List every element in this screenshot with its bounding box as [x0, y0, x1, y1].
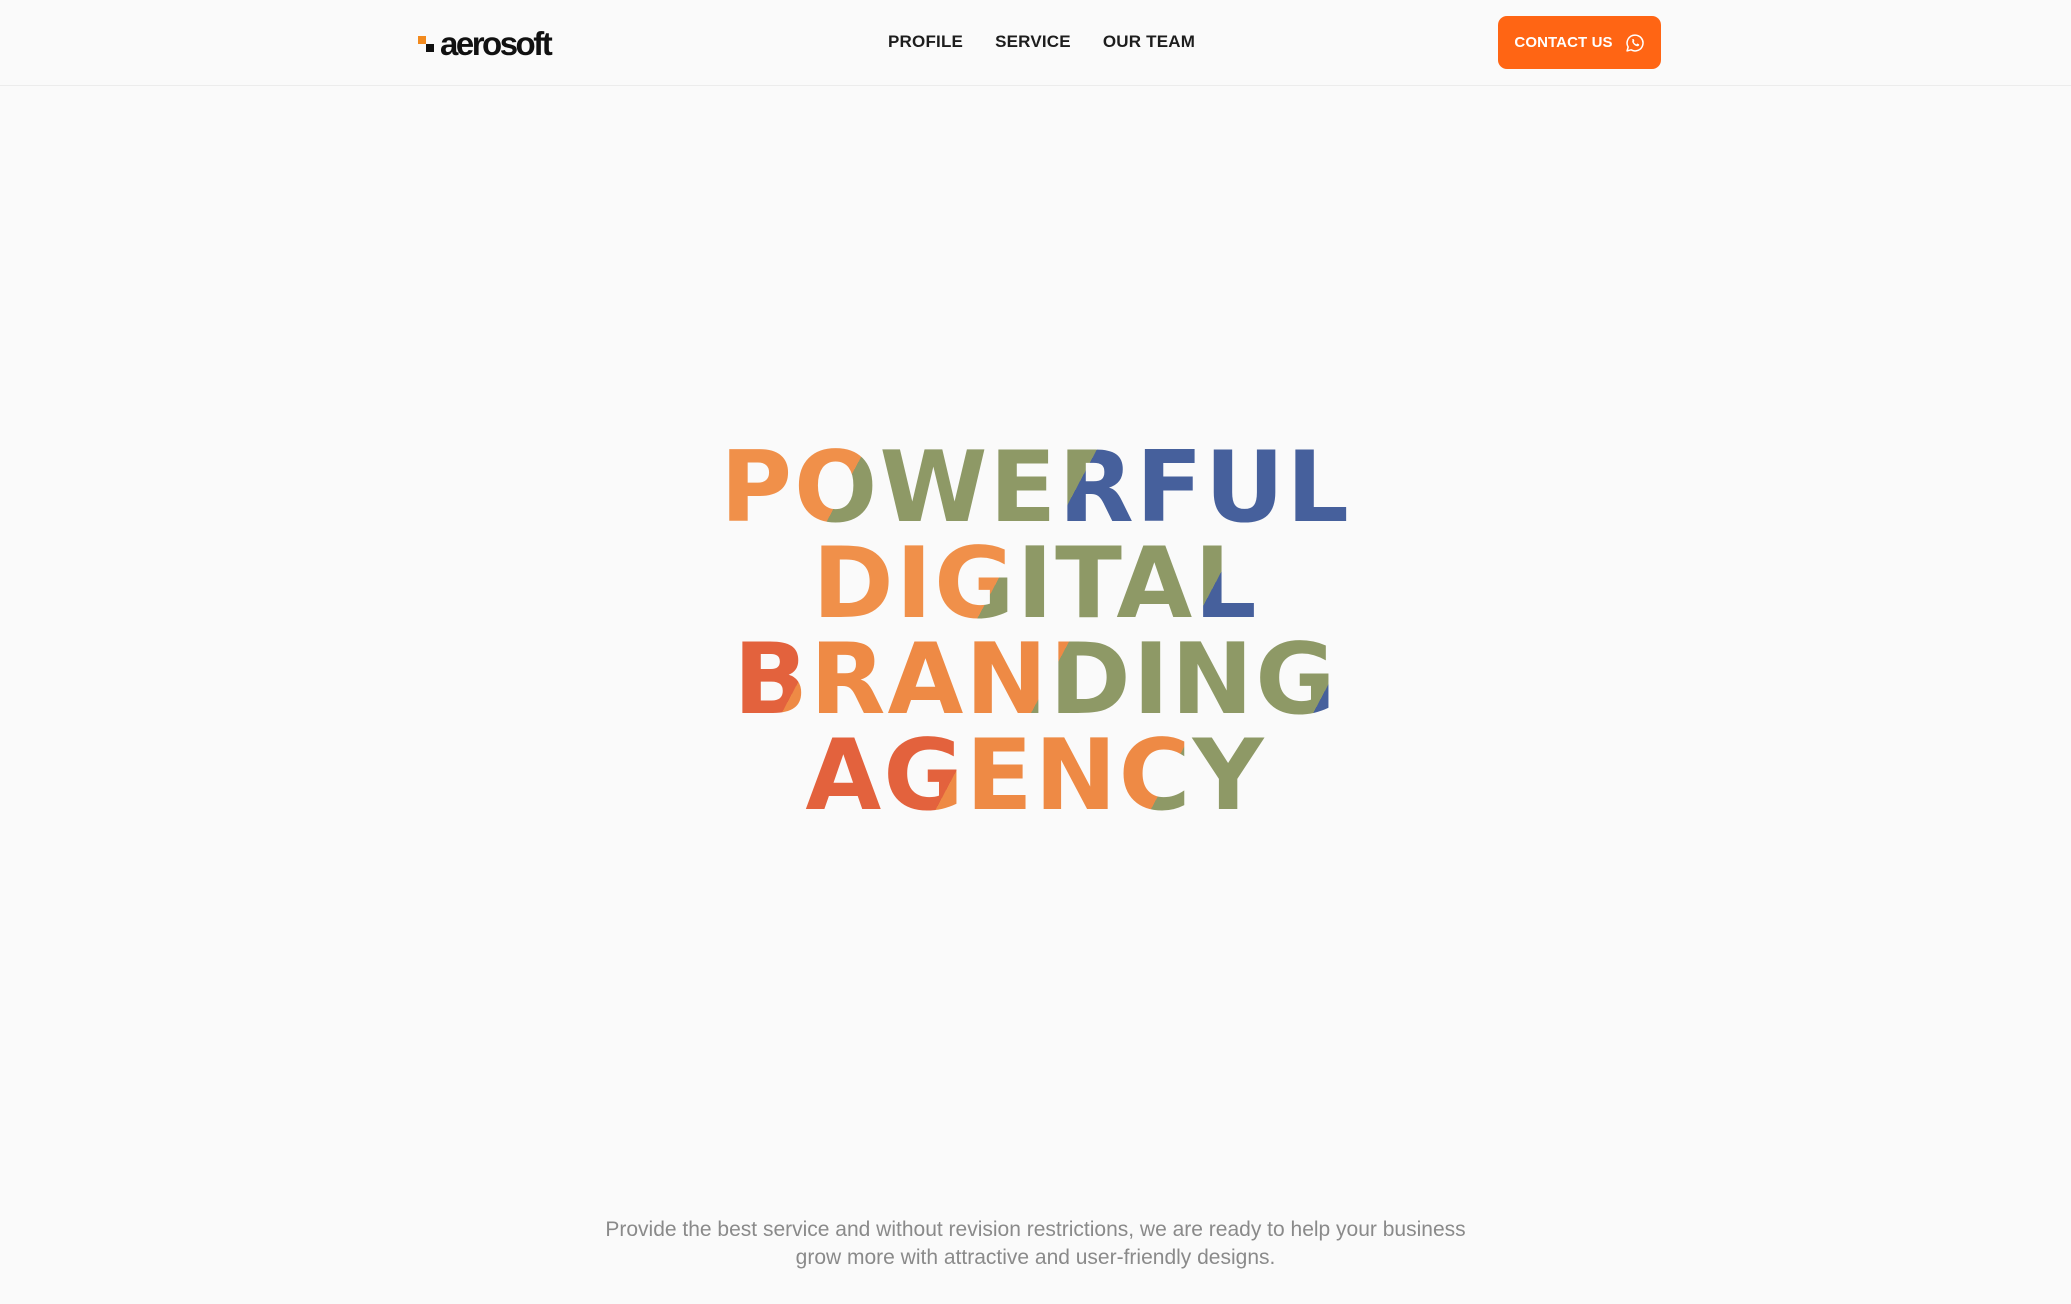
hero-headline: POWERFUL DIGITAL BRANDING AGENCY — [0, 431, 2071, 833]
hero-line-agency: AGENCY — [805, 719, 1266, 833]
contact-us-label: CONTACT US — [1514, 34, 1613, 51]
nav-item-profile[interactable]: PROFILE — [888, 32, 963, 52]
logo-text: aerosoft — [440, 24, 553, 62]
main-nav: PROFILE SERVICE OUR TEAM — [888, 32, 1195, 52]
whatsapp-icon — [1625, 33, 1644, 52]
tagline-line-2: grow more with attractive and user-frien… — [795, 1246, 1276, 1269]
tagline-line-1: Provide the best service and without rev… — [605, 1218, 1466, 1241]
logo[interactable]: aerosoft — [418, 24, 553, 62]
hero-line-branding: BRANDING — [733, 623, 1338, 737]
hero-line-powerful: POWERFUL — [720, 431, 1351, 545]
hero-line-digital: DIGITAL — [812, 527, 1259, 641]
logo-mark-icon — [418, 31, 438, 55]
nav-item-service[interactable]: SERVICE — [995, 32, 1071, 52]
nav-item-our-team[interactable]: OUR TEAM — [1103, 32, 1195, 52]
hero-tagline: Provide the best service and without rev… — [0, 1216, 2071, 1272]
contact-us-button[interactable]: CONTACT US — [1498, 16, 1661, 69]
site-header: aerosoft PROFILE SERVICE OUR TEAM CONTAC… — [0, 0, 2071, 86]
